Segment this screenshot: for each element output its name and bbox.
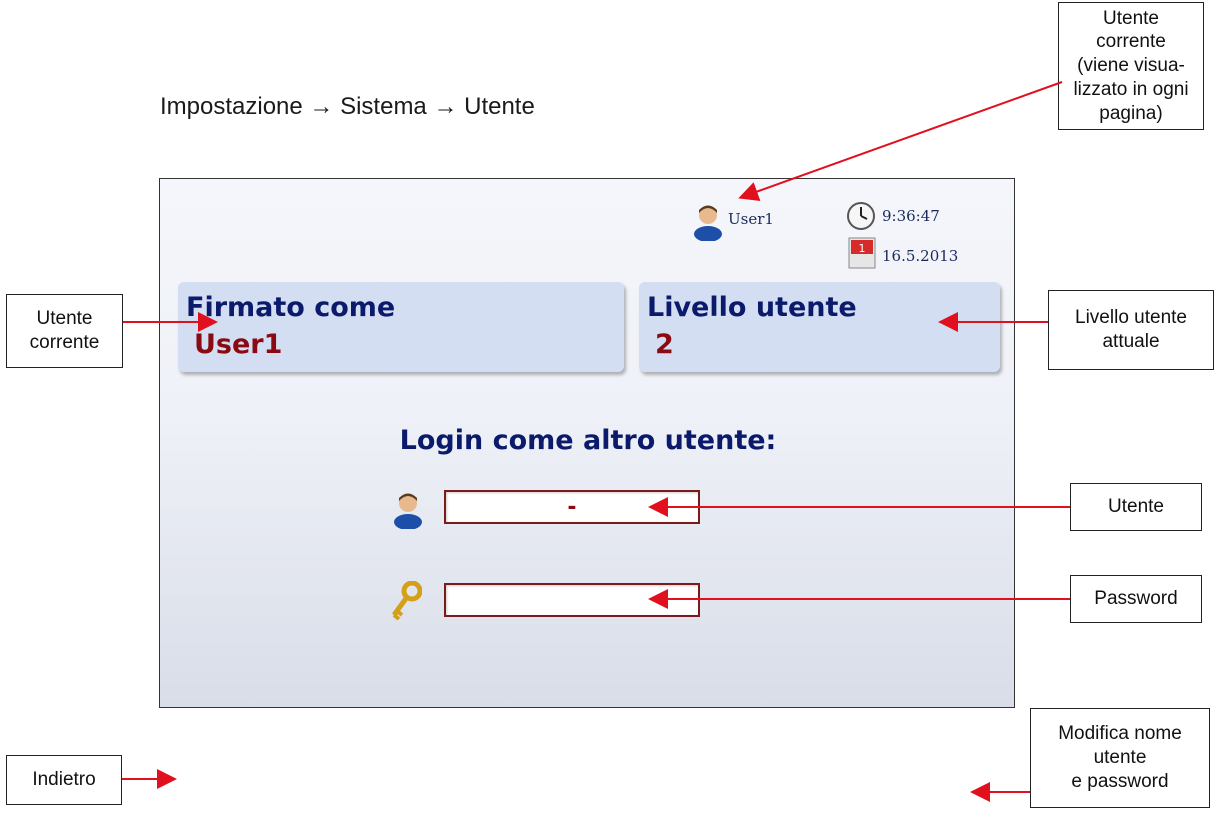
current-user-label: User1 bbox=[728, 210, 774, 228]
user-field-icon bbox=[392, 489, 424, 534]
callout-user: Utente bbox=[1070, 483, 1202, 531]
user-icon bbox=[692, 201, 724, 246]
callout-current-user-top: Utente corrente (viene visua- lizzato in… bbox=[1058, 2, 1204, 130]
signed-in-panel: Firmato come User1 bbox=[178, 282, 624, 372]
breadcrumb: Impostazione → Sistema → Utente bbox=[160, 93, 535, 120]
device-screen: User1 9:36:47 1 16.5.2013 Firmato come U… bbox=[159, 178, 1015, 708]
clock-icon bbox=[846, 201, 876, 236]
user-level-title: Livello utente bbox=[647, 292, 857, 323]
user-level-panel: Livello utente 2 bbox=[639, 282, 1000, 372]
callout-change-credentials: Modifica nome utente e password bbox=[1030, 708, 1210, 808]
calendar-date: 16.5.2013 bbox=[882, 247, 959, 265]
clock-time: 9:36:47 bbox=[882, 207, 940, 225]
callout-password: Password bbox=[1070, 575, 1202, 623]
password-field[interactable] bbox=[444, 583, 700, 617]
callout-current-user-left: Utente corrente bbox=[6, 294, 123, 368]
username-field[interactable]: - bbox=[444, 490, 700, 524]
user-level-value: 2 bbox=[655, 329, 674, 360]
calendar-icon: 1 bbox=[848, 237, 876, 274]
login-title: Login come altro utente: bbox=[399, 425, 777, 456]
key-icon bbox=[388, 580, 423, 626]
signed-in-title: Firmato come bbox=[186, 292, 396, 323]
callout-user-level: Livello utente attuale bbox=[1048, 290, 1214, 370]
callout-back: Indietro bbox=[6, 755, 122, 805]
signed-in-value: User1 bbox=[194, 329, 283, 360]
svg-text:1: 1 bbox=[859, 242, 866, 255]
